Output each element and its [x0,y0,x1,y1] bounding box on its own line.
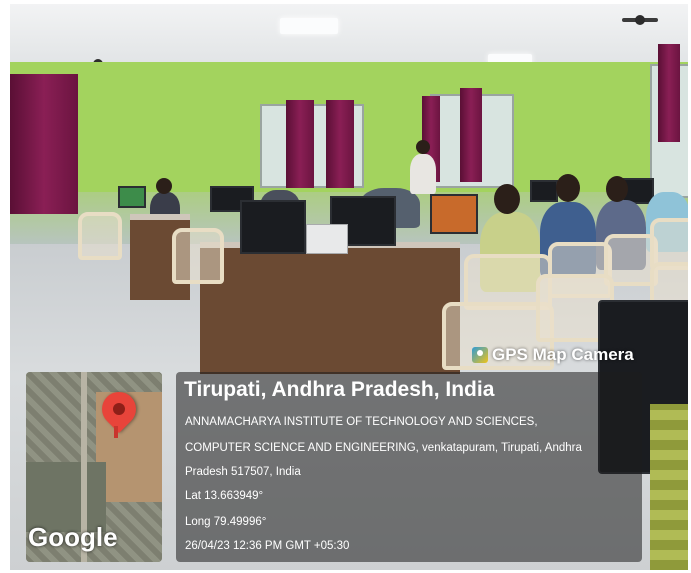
monitor [118,186,146,208]
curtain [10,74,78,214]
chair [78,212,122,260]
curtain [658,44,680,142]
monitor [430,194,478,234]
map-pin-tail [114,426,118,438]
printer [306,224,348,254]
latitude: Lat 13.663949° [185,490,264,502]
desk [200,242,460,374]
student-head [416,140,430,154]
ceiling-light [280,18,338,34]
brand-label: GPS Map Camera [492,345,634,364]
address-line-3: Pradesh 517507, India [185,466,301,478]
gps-map-camera-brand: GPS Map Camera [472,340,634,370]
chair [172,228,224,284]
location-title: Tirupati, Andhra Pradesh, India [184,378,495,401]
student-head [494,184,520,214]
address-line-1: ANNAMACHARYA INSTITUTE OF TECHNOLOGY AND… [185,416,538,428]
plant [650,404,688,570]
curtain [286,100,314,188]
longitude: Long 79.49996° [185,516,267,528]
student-head [556,174,580,202]
student [410,154,436,194]
google-map-label: Google [28,522,118,552]
timestamp: 26/04/23 12:36 PM GMT +05:30 [185,540,350,552]
location-info-panel: Tirupati, Andhra Pradesh, India ANNAMACH… [176,372,642,562]
monitor [240,200,306,254]
map-thumbnail: Google [26,372,162,562]
gps-map-camera-icon [472,347,488,363]
ceiling-fan [622,15,658,25]
address-line-2: COMPUTER SCIENCE AND ENGINEERING, venkat… [185,442,582,454]
student-head [606,176,628,202]
monitor [530,180,558,202]
curtain [326,100,354,188]
student-head [156,178,172,194]
curtain [460,88,482,182]
